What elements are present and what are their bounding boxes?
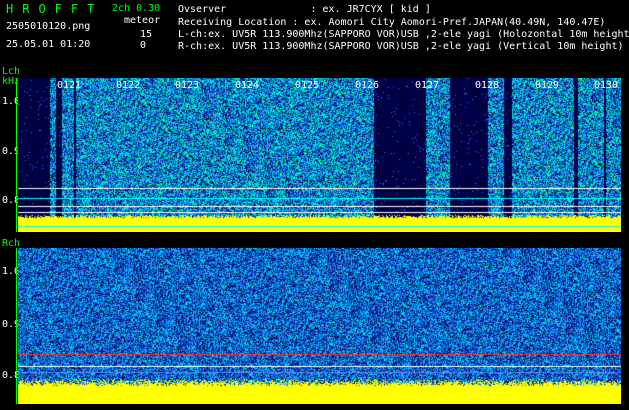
time-label-0122: 0122	[116, 80, 141, 91]
lch-equipment-line: L-ch:ex. UV5R 113.900Mhz(SAPPORO VOR)USB…	[178, 29, 629, 40]
location-line: Receiving Location : ex. Aomori City Aom…	[178, 17, 606, 28]
time-label-0124: 0124	[235, 80, 260, 91]
time-label-0121: 0121	[57, 80, 82, 91]
time-label-0128: 0128	[475, 80, 500, 91]
app-logo: HROFFT	[6, 2, 104, 16]
time-label-0127: 0127	[415, 80, 440, 91]
rch-spectrogram	[18, 248, 621, 404]
rch-equipment-line: R-ch:ex. UV5R 113.900Mhz(SAPPORO VOR)USB…	[178, 41, 624, 52]
time-label-0126: 0126	[355, 80, 380, 91]
rch-count: 0	[140, 40, 147, 51]
time-label-0125: 0125	[295, 80, 320, 91]
time-label-0129: 0129	[535, 80, 560, 91]
observer-line: Ovserver : ex. JR7CYX [ kid ]	[178, 4, 431, 15]
rch-axis	[16, 248, 17, 404]
datetime-label: 25.05.01 01:20	[6, 39, 91, 50]
version-label: 2ch 0.30	[112, 3, 161, 14]
lch-waterfall	[18, 78, 621, 232]
lch-count: 15	[140, 29, 153, 40]
mode-label: meteor	[124, 15, 161, 26]
lch-axis	[16, 78, 17, 232]
time-label-0130: 0130	[594, 80, 619, 91]
time-label-0123: 0123	[175, 80, 200, 91]
lch-spectrogram	[18, 78, 621, 232]
filename-label: 2505010120.png	[6, 21, 91, 32]
rch-waterfall	[18, 248, 621, 404]
